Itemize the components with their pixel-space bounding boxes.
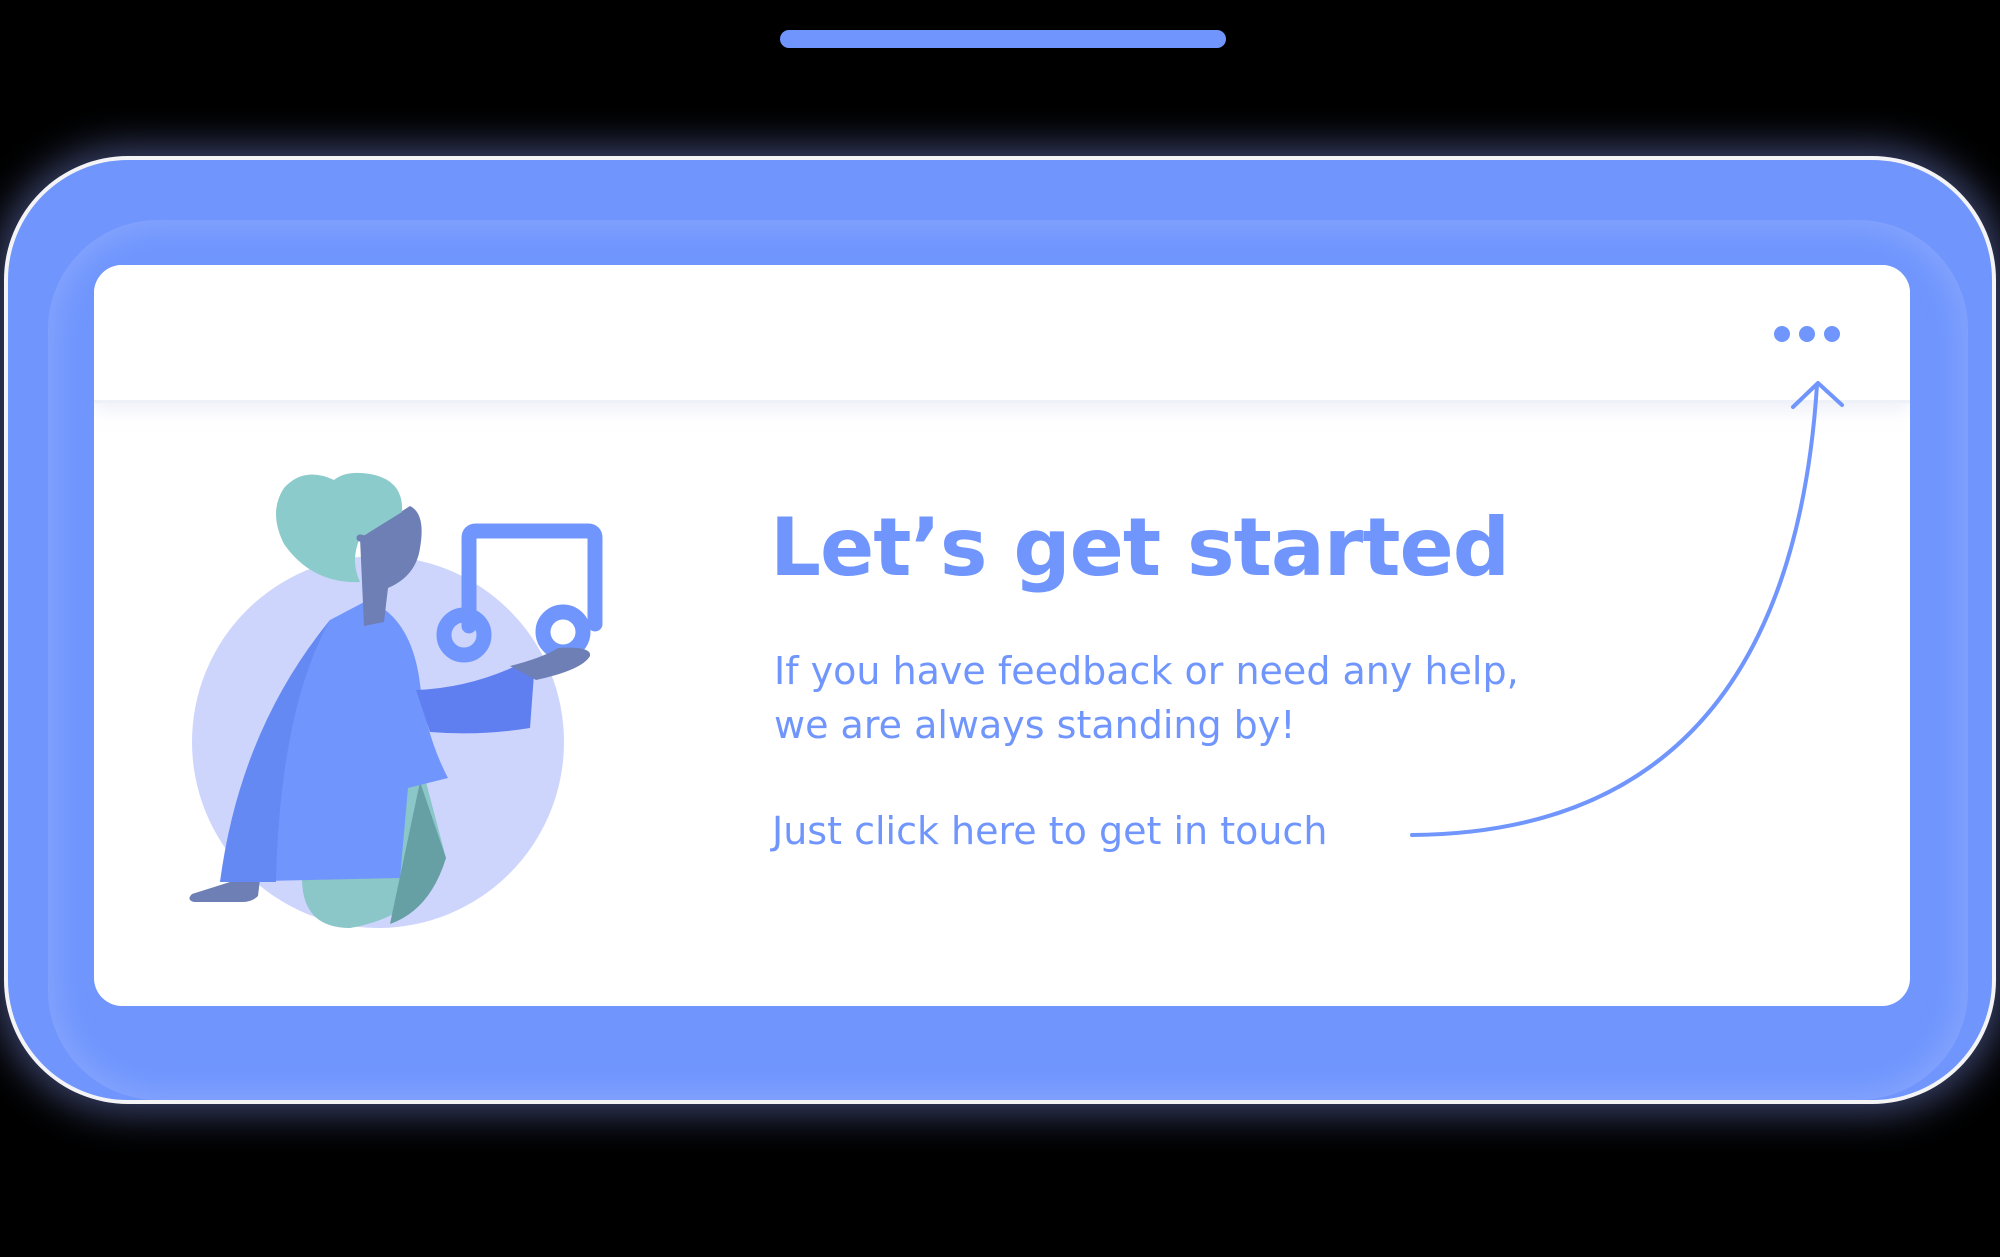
help-message: If you have feedback or need any help, w…	[774, 644, 1574, 752]
top-handle-bar	[780, 30, 1226, 48]
help-message-line-1: If you have feedback or need any help,	[774, 649, 1519, 693]
more-dot-icon	[1774, 326, 1790, 342]
screen: Let’s get started If you have feedback o…	[0, 0, 2000, 1257]
more-dot-icon	[1799, 326, 1815, 342]
page-title: Let’s get started	[770, 501, 1510, 594]
get-in-touch-link[interactable]: Just click here to get in touch	[772, 804, 1327, 858]
person-with-music-note-illustration	[189, 472, 603, 928]
card-header	[94, 265, 1910, 403]
more-options-button[interactable]	[1774, 318, 1840, 350]
help-message-line-2: we are always standing by!	[774, 703, 1296, 747]
more-dot-icon	[1824, 326, 1840, 342]
